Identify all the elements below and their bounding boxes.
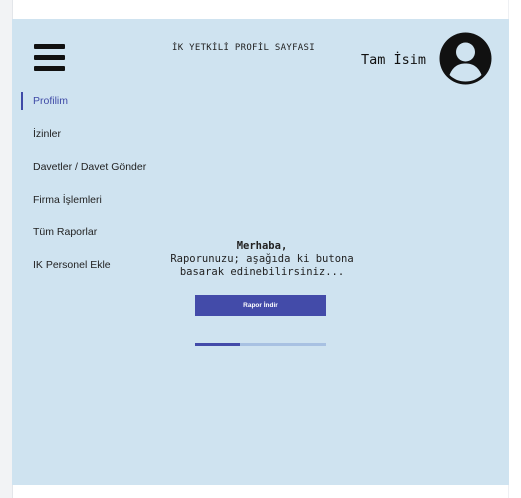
progress-bar-fill bbox=[195, 343, 240, 346]
app-panel: İK YETKİLİ PROFİL SAYFASI Tam İsim Profi… bbox=[12, 19, 509, 485]
menu-bar bbox=[34, 44, 65, 49]
right-edge-strip bbox=[508, 0, 521, 498]
avatar-svg bbox=[439, 32, 492, 85]
menu-bar bbox=[34, 66, 65, 71]
message-line-2: basarak edinebilirsiniz... bbox=[179, 266, 345, 278]
page-frame: İK YETKİLİ PROFİL SAYFASI Tam İsim Profi… bbox=[0, 0, 521, 498]
greeting-text: Merhaba, bbox=[236, 240, 288, 252]
page-title: İK YETKİLİ PROFİL SAYFASI bbox=[172, 43, 315, 53]
user-name: Tam İsim bbox=[361, 52, 427, 68]
progress-bar bbox=[195, 343, 326, 346]
sidebar-item-tum-raporlar[interactable]: Tüm Raporlar bbox=[21, 223, 97, 241]
sidebar-item-ik-personel-ekle[interactable]: IK Personel Ekle bbox=[21, 256, 111, 274]
message-line-1: Raporunuzu; aşağıda ki butona bbox=[170, 253, 354, 265]
sidebar-item-izinler[interactable]: İzinler bbox=[21, 125, 61, 143]
sidebar-item-profilim[interactable]: Profilim bbox=[21, 92, 68, 110]
menu-bar bbox=[34, 55, 65, 60]
user-avatar-icon[interactable] bbox=[438, 31, 493, 86]
sidebar-item-davetler[interactable]: Davetler / Davet Gönder bbox=[21, 158, 146, 176]
hamburger-menu-icon[interactable] bbox=[34, 44, 65, 72]
report-message: Merhaba, Raporunuzu; aşağıda ki butona b… bbox=[142, 239, 382, 279]
download-report-button[interactable]: Rapor İndir bbox=[195, 295, 326, 316]
sidebar-item-firma-islemleri[interactable]: Firma İşlemleri bbox=[21, 191, 102, 209]
